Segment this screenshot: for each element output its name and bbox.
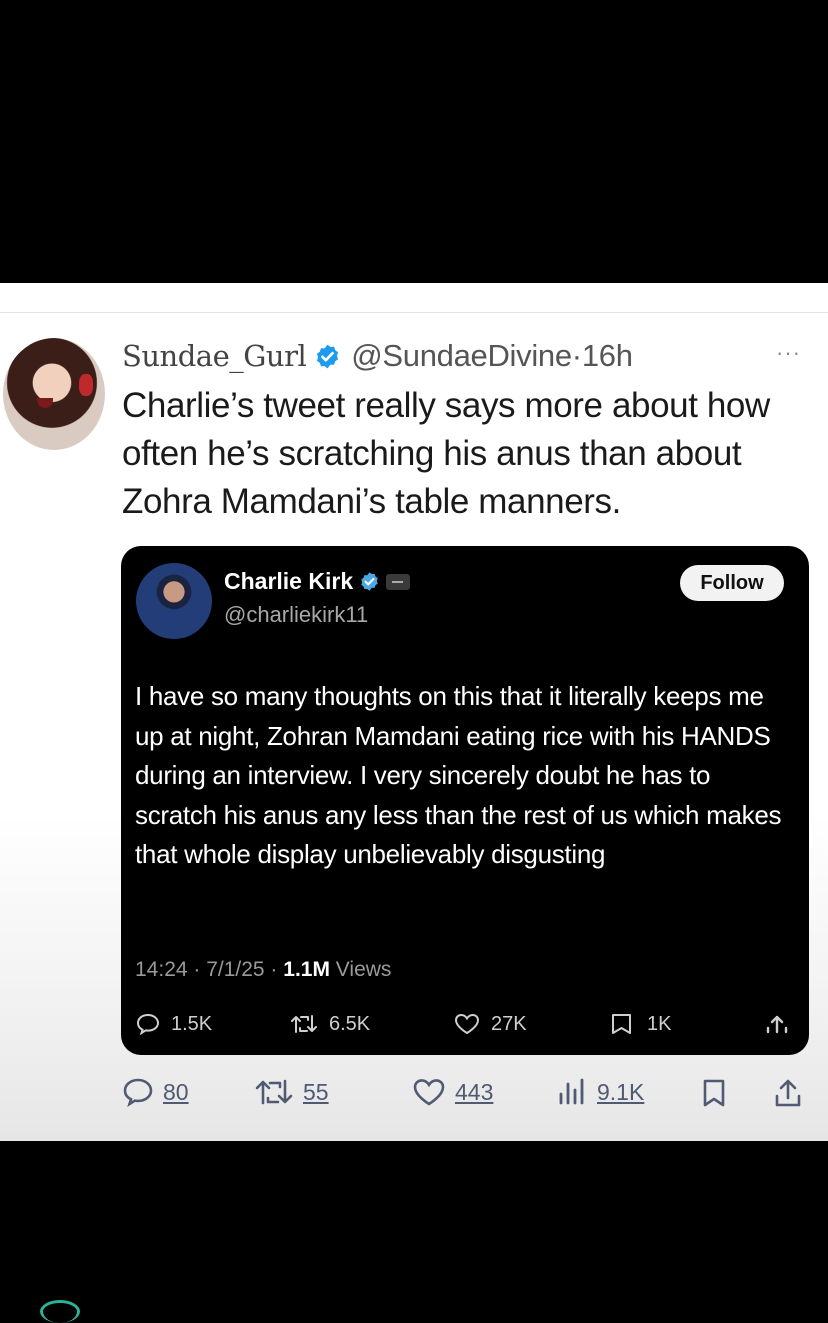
share-icon <box>766 1015 788 1034</box>
quoted-share-button[interactable] <box>763 1012 801 1036</box>
quoted-header: Charlie Kirk <box>224 568 411 595</box>
quoted-avatar[interactable] <box>136 563 212 639</box>
hair-bow <box>79 374 93 396</box>
tweet-text: Charlie’s tweet really says more about h… <box>122 386 770 521</box>
like-icon <box>413 1079 445 1106</box>
quoted-tweet[interactable]: Charlie Kirk @charliekirk11 Follow I hav… <box>121 546 809 1055</box>
quoted-reply-count: 1.5K <box>171 1012 213 1035</box>
bookmark-button[interactable] <box>697 1076 731 1115</box>
views-icon <box>559 1078 584 1105</box>
like-count: 443 <box>455 1078 494 1105</box>
quoted-bookmark-button[interactable]: 1K <box>609 1012 671 1036</box>
like-icon <box>454 1013 480 1035</box>
divider <box>0 312 828 313</box>
verified-badge-icon <box>361 572 378 591</box>
share-icon <box>775 1079 801 1107</box>
views-label: Views <box>329 958 392 981</box>
display-name[interactable]: Sundae_Gurl <box>122 339 307 373</box>
repost-icon <box>291 1015 317 1033</box>
repost-button[interactable]: 55 <box>253 1076 329 1108</box>
reply-icon <box>123 1078 153 1107</box>
quoted-action-bar: 1.5K 6.5K 27K 1K <box>135 1012 795 1042</box>
repost-icon <box>255 1079 293 1105</box>
share-button[interactable] <box>771 1076 805 1115</box>
avatar[interactable] <box>3 338 105 450</box>
quoted-like-count: 27K <box>491 1012 527 1035</box>
quoted-repost-count: 6.5K <box>329 1012 371 1035</box>
action-bar: 80 55 443 9.1K <box>121 1076 811 1114</box>
repost-count: 55 <box>303 1078 329 1105</box>
quoted-display-name[interactable]: Charlie Kirk <box>224 568 353 595</box>
views-count: 9.1K <box>597 1078 645 1105</box>
reply-button[interactable]: 80 <box>121 1076 189 1108</box>
reply-icon <box>136 1013 160 1036</box>
timestamp: 14:24 · 7/1/25 · <box>135 958 284 981</box>
avatar-mouth <box>37 398 53 408</box>
reply-count: 80 <box>163 1078 189 1105</box>
accent-arc <box>40 1300 80 1323</box>
views-button[interactable]: 9.1K <box>555 1076 644 1108</box>
bookmark-icon <box>703 1079 725 1107</box>
quoted-like-button[interactable]: 27K <box>453 1012 527 1036</box>
quoted-bookmark-count: 1K <box>647 1012 672 1035</box>
verified-badge-icon <box>317 344 339 368</box>
quoted-reply-button[interactable]: 1.5K <box>135 1012 212 1036</box>
views-count: 1.1M <box>283 958 330 981</box>
bookmark-icon <box>612 1014 631 1034</box>
quoted-tweet-text: I have so many thoughts on this that it … <box>135 681 782 869</box>
handle-and-time[interactable]: @SundaeDivine·16h <box>351 338 633 374</box>
tweet-header: Sundae_Gurl @SundaeDivine·16h <box>122 336 633 376</box>
affiliate-icon <box>386 573 411 590</box>
quoted-repost-button[interactable]: 6.5K <box>289 1012 370 1036</box>
more-icon[interactable]: ··· <box>776 340 801 366</box>
follow-button[interactable]: Follow <box>680 565 784 601</box>
like-button[interactable]: 443 <box>411 1076 493 1108</box>
quoted-handle[interactable]: @charliekirk11 <box>224 602 368 628</box>
quoted-meta: 14:24 · 7/1/25 · 1.1M Views <box>135 958 391 982</box>
